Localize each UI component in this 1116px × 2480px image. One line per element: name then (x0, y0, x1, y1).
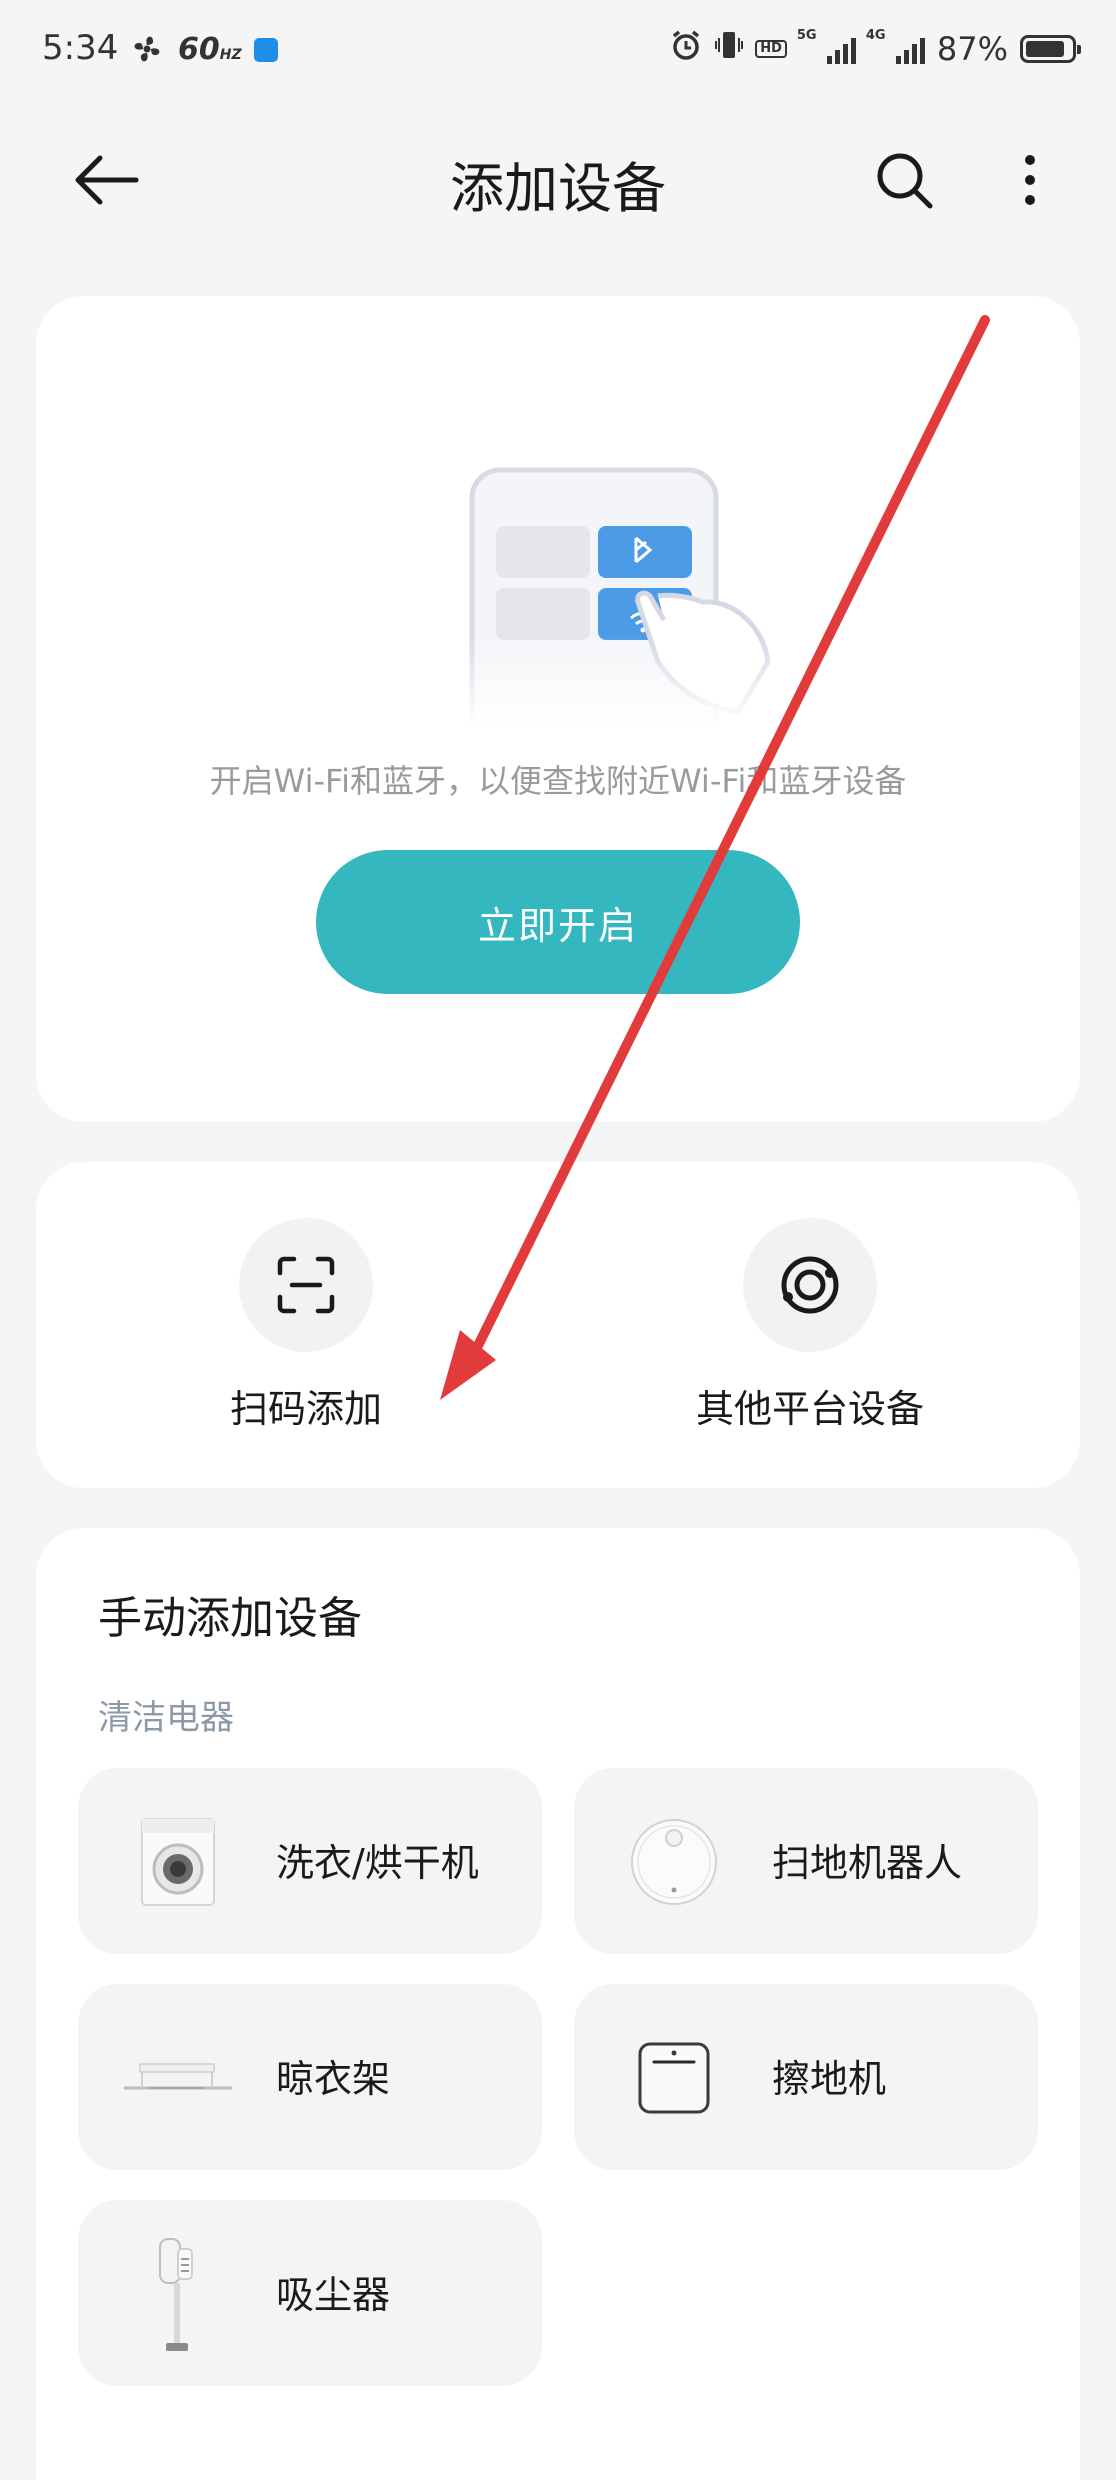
status-right: HD 5G 4G 87% (669, 28, 1081, 70)
enable-connectivity-card: 开启Wi-Fi和蓝牙，以便查找附近Wi-Fi和蓝牙设备 立即开启 (36, 296, 1080, 1122)
battery-percent: 87% (936, 30, 1008, 68)
back-button[interactable] (70, 150, 150, 210)
search-icon (877, 153, 933, 209)
app-header: 添加设备 (0, 120, 1116, 240)
scan-to-add-label: 扫码添加 (229, 1387, 382, 1431)
phone-toggle-illustration (426, 466, 846, 753)
washer-dryer-icon (130, 1814, 226, 1910)
scan-icon-circle (239, 1218, 373, 1352)
app-notification-icon (254, 38, 278, 62)
scan-icon (277, 1256, 335, 1314)
quick-actions-card: 扫码添加 其他平台设备 (36, 1162, 1080, 1488)
device-tile-vacuum-cleaner[interactable]: 吸尘器 (78, 2200, 542, 2386)
device-label: 洗衣/烘干机 (276, 1841, 479, 1885)
alarm-icon (669, 28, 703, 70)
fan-icon (130, 32, 164, 70)
battery-icon (1020, 35, 1081, 63)
other-platform-icon (781, 1256, 839, 1314)
search-button[interactable] (872, 148, 936, 212)
refresh-rate: 60HZ (178, 32, 242, 67)
manual-add-title: 手动添加设备 (98, 1593, 362, 1644)
enable-hint-text: 开启Wi-Fi和蓝牙，以便查找附近Wi-Fi和蓝牙设备 (209, 762, 907, 800)
signal-4g-icon: 4G (866, 28, 925, 64)
device-tile-washer-dryer[interactable]: 洗衣/烘干机 (78, 1768, 542, 1954)
category-label: 清洁电器 (98, 1698, 234, 1738)
vibrate-icon (715, 28, 744, 70)
device-tile-drying-rack[interactable]: 晾衣架 (78, 1984, 542, 2170)
floor-mopper-icon (626, 2030, 722, 2126)
device-label: 扫地机器人 (772, 1841, 963, 1885)
enable-now-button[interactable]: 立即开启 (316, 850, 800, 994)
device-label: 晾衣架 (276, 2057, 391, 2101)
other-platform-devices-label: 其他平台设备 (695, 1387, 924, 1431)
hd-badge: HD (755, 40, 787, 58)
other-platform-icon-circle (743, 1218, 877, 1352)
status-time: 5:34 (42, 28, 119, 68)
more-vertical-icon (1025, 155, 1035, 205)
robot-vacuum-icon (626, 1814, 722, 1910)
device-label: 擦地机 (772, 2057, 887, 2101)
manual-add-card: 手动添加设备 清洁电器 洗衣/烘干机 扫地机器人 晾衣架 擦地机 吸尘器 (36, 1528, 1080, 2480)
device-tile-floor-mopper[interactable]: 擦地机 (574, 1984, 1038, 2170)
device-tile-robot-vacuum[interactable]: 扫地机器人 (574, 1768, 1038, 1954)
status-bar: 5:34 60HZ HD 5G 4G 87% (0, 0, 1116, 100)
other-platform-devices-button[interactable]: 其他平台设备 (610, 1218, 1010, 1438)
device-label: 吸尘器 (276, 2273, 391, 2317)
back-arrow-icon (75, 155, 139, 205)
vacuum-cleaner-icon (130, 2230, 226, 2360)
signal-5g-icon: 5G (797, 28, 856, 64)
drying-rack-icon (122, 2030, 234, 2126)
scan-to-add-button[interactable]: 扫码添加 (106, 1218, 506, 1438)
more-options-button[interactable] (1010, 148, 1050, 212)
page-title: 添加设备 (450, 157, 666, 220)
